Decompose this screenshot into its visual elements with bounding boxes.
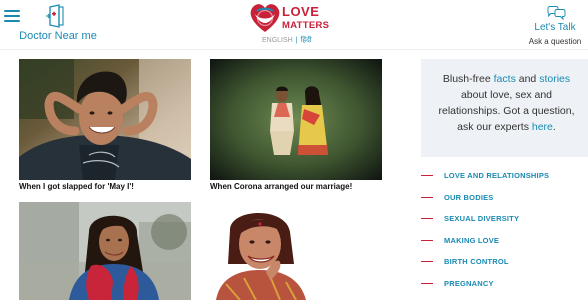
topic-label: SEXUAL DIVERSITY (444, 214, 520, 223)
topic-label: PREGNANCY (444, 278, 494, 288)
topic-pregnancy[interactable]: PREGNANCY (421, 274, 588, 294)
topic-label: LOVE AND RELATIONSHIPS (444, 171, 550, 180)
topic-dash (421, 239, 433, 241)
doctor-near-me-link[interactable]: Doctor Near me (18, 3, 98, 43)
clinic-door-icon (46, 4, 64, 28)
blurb-text-1: Blush-free (442, 73, 494, 85)
story-card-4[interactable] (210, 202, 382, 300)
ask-experts-here-link[interactable]: here (532, 121, 553, 133)
story-image-slapped (19, 59, 191, 180)
blurb-text-4: . (552, 121, 556, 133)
lets-talk-label: Let's Talk (534, 22, 576, 33)
site-header: Doctor Near me LOVE MATTERS ENGLISH | हिंद… (0, 0, 588, 50)
topic-label: BIRTH CONTROL (444, 257, 509, 266)
facts-link[interactable]: facts (494, 73, 516, 85)
topic-love-and-relationships[interactable]: LOVE AND RELATIONSHIPS (421, 166, 588, 186)
topic-dash (421, 282, 433, 284)
story-caption-slapped: When I got slapped for 'May I'! (19, 182, 134, 191)
about-blurb-panel: Blush-free facts and stories about love,… (421, 59, 588, 157)
topic-dash (421, 175, 433, 176)
story-image-3 (19, 202, 191, 300)
topic-dash (421, 261, 433, 262)
topic-dash (421, 218, 433, 219)
story-card-slapped[interactable]: When I got slapped for 'May I'! (19, 59, 191, 195)
story-image-corona-marriage (210, 59, 382, 180)
stories-link[interactable]: stories (539, 73, 570, 85)
about-blurb-text: Blush-free facts and stories about love,… (429, 71, 584, 135)
lang-english-link[interactable]: ENGLISH (262, 37, 293, 44)
lets-talk-link[interactable]: Let's Talk Ask a question (522, 6, 588, 48)
doctor-near-me-label: Doctor Near me (19, 30, 97, 42)
love-matters-logo[interactable]: LOVE MATTERS (249, 2, 329, 34)
heart-logo-icon (250, 4, 280, 32)
topic-label: OUR BODIES (444, 192, 494, 202)
logo-text-love: LOVE (282, 4, 320, 19)
story-image-4 (210, 202, 382, 300)
lang-separator: | (295, 37, 298, 44)
blurb-text-2: and (515, 73, 540, 85)
story-card-3[interactable] (19, 202, 191, 300)
topic-making-love[interactable]: MAKING LOVE (421, 231, 588, 251)
topic-label: MAKING LOVE (444, 235, 500, 245)
story-caption-corona-marriage: When Corona arranged our marriage! (210, 182, 353, 191)
ask-question-label: Ask a question (528, 37, 582, 46)
logo-text-matters: MATTERS (282, 20, 330, 31)
topic-our-bodies[interactable]: OUR BODIES (421, 188, 588, 208)
chat-bubble-icon (547, 6, 566, 20)
topic-dash (421, 196, 433, 198)
language-switcher: ENGLISH | हिंदी (262, 36, 312, 45)
topic-birth-control[interactable]: BIRTH CONTROL (421, 252, 588, 272)
topic-sexual-diversity[interactable]: SEXUAL DIVERSITY (421, 209, 588, 229)
story-card-corona-marriage[interactable]: When Corona arranged our marriage! (210, 59, 382, 195)
lang-hindi-link[interactable]: हिंदी (301, 37, 312, 44)
